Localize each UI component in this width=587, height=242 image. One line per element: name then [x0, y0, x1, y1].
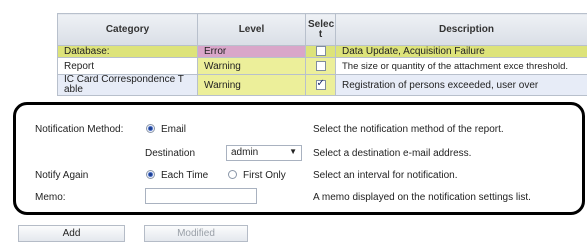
first-only-option[interactable]: First Only	[228, 170, 286, 181]
column-header-description[interactable]: Description	[335, 13, 587, 46]
row-description: The size or quantity of the attachment e…	[335, 57, 587, 75]
row-category: Database:	[57, 45, 198, 58]
notification-table: Category Level Selec t Description Datab…	[57, 13, 587, 96]
email-option-label: Email	[161, 124, 187, 135]
table-row[interactable]: Database: Error Data Update, Acquisition…	[57, 45, 587, 58]
column-header-category[interactable]: Category	[57, 13, 198, 46]
row-level: Warning	[197, 74, 306, 96]
each-time-radio[interactable]	[146, 170, 155, 179]
email-radio[interactable]	[146, 124, 155, 133]
memo-help-text: A memo displayed on the notification set…	[313, 192, 531, 203]
row-select-cell	[305, 45, 336, 58]
notify-again-help-text: Select an interval for notification.	[313, 170, 458, 181]
memo-input[interactable]	[145, 188, 257, 204]
notification-method-label: Notification Method:	[35, 124, 124, 135]
modified-button[interactable]: Modified	[144, 225, 248, 242]
row-description: Registration of persons exceeded, user o…	[335, 74, 587, 96]
first-only-label: First Only	[243, 170, 286, 181]
each-time-label: Each Time	[161, 170, 209, 181]
row-level: Warning	[197, 57, 306, 75]
destination-label: Destination	[145, 148, 196, 159]
destination-help-text: Select a destination e-mail address.	[313, 148, 472, 159]
row-select-checkbox[interactable]	[315, 78, 326, 90]
row-category: IC Card Correspondence T able	[57, 74, 198, 96]
column-header-select[interactable]: Selec t	[305, 13, 336, 46]
method-email-option[interactable]: Email	[146, 124, 186, 135]
method-help-text: Select the notification method of the re…	[313, 124, 504, 135]
row-select-cell	[305, 57, 336, 75]
row-select-checkbox[interactable]	[315, 60, 326, 71]
destination-select-value: admin	[231, 147, 259, 158]
table-row[interactable]: Report Warning The size or quantity of t…	[57, 57, 587, 75]
each-time-option[interactable]: Each Time	[146, 170, 208, 181]
row-level: Error	[197, 45, 306, 58]
column-header-level[interactable]: Level	[197, 13, 306, 46]
table-header-row: Category Level Selec t Description	[57, 13, 587, 46]
row-select-cell	[305, 74, 336, 96]
row-description: Data Update, Acquisition Failure	[335, 45, 587, 58]
table-row[interactable]: IC Card Correspondence T able Warning Re…	[57, 74, 587, 96]
first-only-radio[interactable]	[228, 170, 237, 179]
row-select-checkbox[interactable]	[315, 46, 326, 57]
notify-again-label: Notify Again	[35, 170, 89, 181]
add-button[interactable]: Add	[18, 225, 125, 242]
memo-label: Memo:	[35, 192, 66, 203]
row-category: Report	[57, 57, 198, 75]
chevron-down-icon: ▼	[289, 147, 297, 156]
destination-select[interactable]: admin ▼	[226, 145, 302, 161]
